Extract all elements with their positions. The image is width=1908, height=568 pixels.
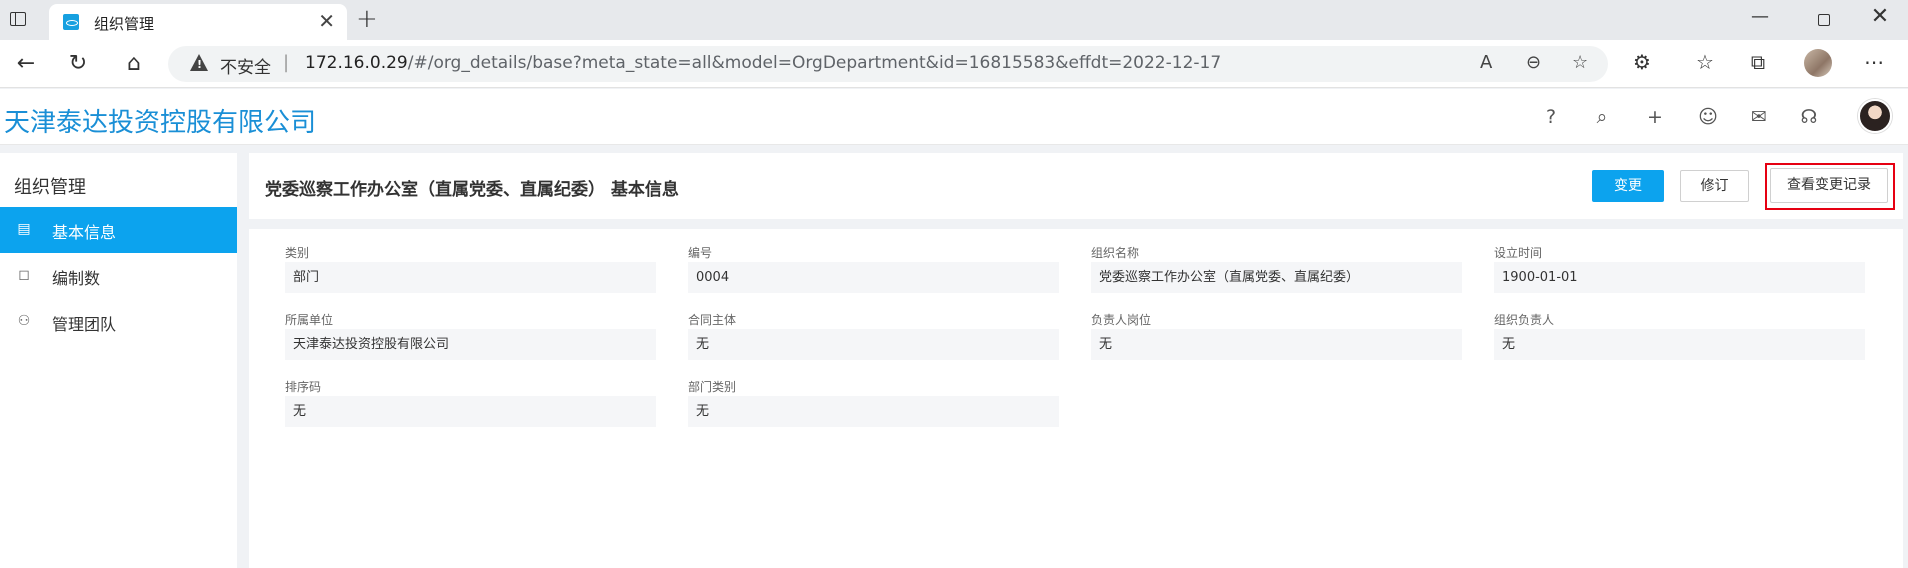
browser-profile-avatar[interactable] xyxy=(1804,49,1832,77)
field-label: 部门类别 xyxy=(688,380,737,394)
field-label: 合同主体 xyxy=(688,313,737,327)
refresh-icon[interactable]: ↻ xyxy=(64,50,92,78)
field-label: 类别 xyxy=(285,246,310,260)
sidebar: 组织管理 ▤ 基本信息 ◻ 编制数 ⚇ 管理团队 xyxy=(0,153,237,568)
site-favicon-icon xyxy=(63,14,79,30)
more-options-icon[interactable]: ⋯ xyxy=(1860,50,1888,74)
field-value: 无 xyxy=(285,396,656,427)
bookmark-icon: ◻ xyxy=(18,267,30,283)
page-header-card: 党委巡察工作办公室（直属党委、直属纪委） 基本信息 变更 修订 查看变更记录 xyxy=(249,153,1903,219)
address-bar[interactable]: 不安全 | 172.16.0.29/#/org_details/base?met… xyxy=(168,46,1608,82)
team-icon: ⚇ xyxy=(17,313,31,329)
browser-tab-strip: 组织管理 ✕ + — ✕ xyxy=(0,0,1908,40)
field-value: 无 xyxy=(688,329,1059,360)
tab-actions-icon[interactable] xyxy=(10,12,26,26)
add-icon[interactable]: + xyxy=(1643,105,1667,129)
collections-icon[interactable]: ⧉ xyxy=(1744,50,1772,74)
tab-close-icon[interactable]: ✕ xyxy=(318,11,335,31)
extensions-icon[interactable]: ⚙ xyxy=(1628,50,1656,74)
favorites-icon[interactable]: ☆ xyxy=(1691,50,1719,74)
mail-icon[interactable]: ✉ xyxy=(1747,105,1771,129)
field-label: 编号 xyxy=(688,246,713,260)
sidebar-item-label: 管理团队 xyxy=(52,315,117,334)
field-label: 组织名称 xyxy=(1091,246,1140,260)
highlight-box xyxy=(1765,163,1895,210)
basic-info-form: 类别 部门 编号 0004 组织名称 党委巡察工作办公室（直属党委、直属纪委） … xyxy=(249,229,1903,568)
warning-icon xyxy=(190,54,208,71)
field-value: 部门 xyxy=(285,262,656,293)
url-path: /#/org_details/base?meta_state=all&model… xyxy=(407,53,1222,73)
home-icon[interactable]: ⌂ xyxy=(120,50,148,78)
field-label: 设立时间 xyxy=(1494,246,1543,260)
headset-icon[interactable]: ☊ xyxy=(1797,105,1821,129)
url-text[interactable]: 172.16.0.29/#/org_details/base?meta_stat… xyxy=(305,53,1221,73)
document-icon: ▤ xyxy=(17,221,31,237)
field-label: 所属单位 xyxy=(285,313,334,327)
app-header: 天津泰达投资控股有限公司 ? ⌕ + ☺ ✉ ☊ xyxy=(0,89,1908,145)
zoom-icon[interactable]: ⊖ xyxy=(1526,52,1541,73)
back-icon[interactable]: ← xyxy=(12,50,40,78)
sidebar-item-headcount[interactable]: ◻ 编制数 xyxy=(0,253,237,299)
change-button[interactable]: 变更 xyxy=(1592,170,1664,202)
browser-tab[interactable]: 组织管理 ✕ xyxy=(49,4,347,40)
field-value: 0004 xyxy=(688,262,1059,293)
search-icon[interactable]: ⌕ xyxy=(1590,105,1614,129)
user-avatar[interactable] xyxy=(1858,99,1892,133)
sidebar-item-label: 编制数 xyxy=(52,269,101,288)
field-value: 无 xyxy=(1091,329,1462,360)
window-close-button[interactable]: ✕ xyxy=(1860,4,1900,29)
company-name: 天津泰达投资控股有限公司 xyxy=(4,108,317,138)
field-label: 排序码 xyxy=(285,380,322,394)
address-separator: | xyxy=(283,52,290,73)
maximize-button[interactable] xyxy=(1818,14,1830,26)
sidebar-item-label: 基本信息 xyxy=(52,223,117,242)
tab-title: 组织管理 xyxy=(94,15,155,33)
page-title: 党委巡察工作办公室（直属党委、直属纪委） 基本信息 xyxy=(265,180,679,200)
field-value: 1900-01-01 xyxy=(1494,262,1865,293)
field-label: 组织负责人 xyxy=(1494,313,1555,327)
field-value: 无 xyxy=(1494,329,1865,360)
url-host: 172.16.0.29 xyxy=(305,53,408,73)
field-value: 党委巡察工作办公室（直属党委、直属纪委） xyxy=(1091,262,1462,293)
contacts-icon[interactable]: ☺ xyxy=(1696,105,1720,129)
sidebar-item-team[interactable]: ⚇ 管理团队 xyxy=(0,299,237,345)
sidebar-title: 组织管理 xyxy=(14,177,86,198)
field-value: 无 xyxy=(688,396,1059,427)
read-aloud-icon[interactable]: A xyxy=(1480,52,1492,73)
help-icon[interactable]: ? xyxy=(1539,105,1563,129)
sidebar-item-basic-info[interactable]: ▤ 基本信息 xyxy=(0,207,237,253)
field-value: 天津泰达投资控股有限公司 xyxy=(285,329,656,360)
minimize-button[interactable]: — xyxy=(1740,6,1780,27)
browser-toolbar: ← ↻ ⌂ 不安全 | 172.16.0.29/#/org_details/ba… xyxy=(0,40,1908,88)
insecure-label[interactable]: 不安全 xyxy=(220,53,271,78)
revise-button[interactable]: 修订 xyxy=(1680,170,1749,202)
new-tab-button[interactable]: + xyxy=(356,6,378,32)
field-label: 负责人岗位 xyxy=(1091,313,1152,327)
favorite-add-icon[interactable]: ☆ xyxy=(1572,52,1588,73)
